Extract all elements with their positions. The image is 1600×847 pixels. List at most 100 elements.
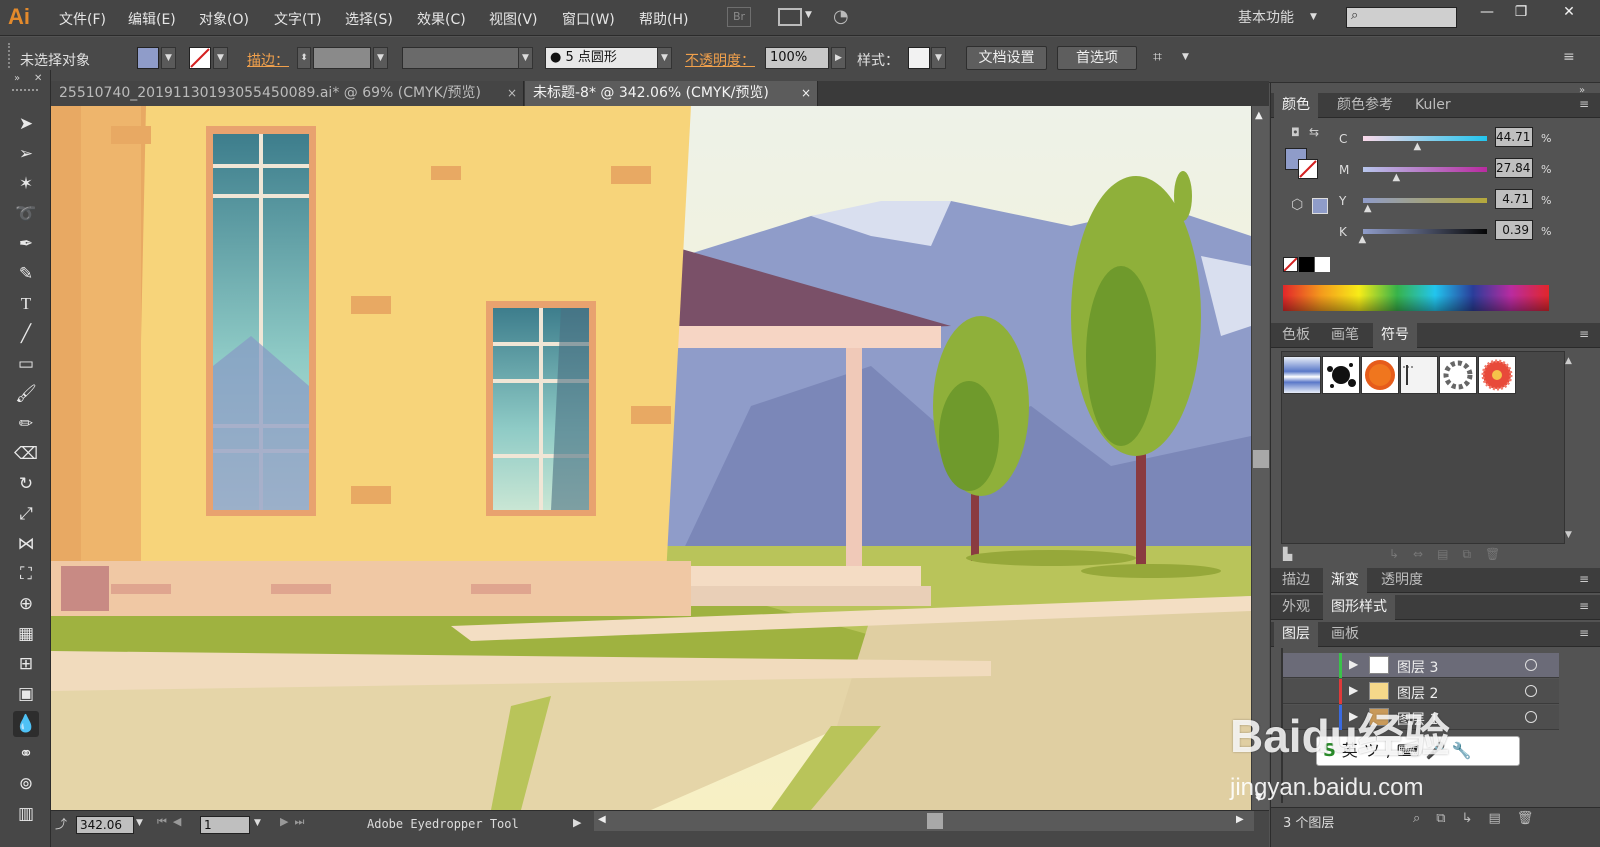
status-menu-icon[interactable]: ▶ — [573, 816, 581, 829]
stroke-dropdown[interactable]: ▼ — [213, 47, 228, 69]
scroll-thumb[interactable] — [927, 813, 943, 829]
tab-color[interactable]: 颜色 — [1274, 93, 1318, 118]
tab-kuler[interactable]: Kuler — [1407, 93, 1459, 118]
channel-slider-k[interactable] — [1363, 229, 1487, 234]
eraser-tool-icon[interactable]: ⌫ — [13, 441, 39, 467]
tab-stroke[interactable]: 描边 — [1274, 568, 1318, 593]
artboard-number-field[interactable]: 1 — [200, 816, 250, 834]
symbol-ink-splatter[interactable] — [1322, 356, 1360, 394]
close-icon[interactable]: × — [507, 81, 517, 105]
minimize-button[interactable]: — — [1470, 0, 1504, 24]
swap-colors-icon[interactable]: ⇆ — [1309, 125, 1319, 139]
rectangle-tool-icon[interactable]: ▭ — [13, 351, 39, 377]
tab-layers[interactable]: 图层 — [1274, 622, 1318, 647]
layer-row[interactable]: ▶ 图层 3 — [1283, 653, 1559, 678]
profile-dropdown[interactable]: ▼ — [518, 47, 533, 69]
search-input[interactable]: ⌕ — [1346, 7, 1457, 28]
selection-tool-icon[interactable]: ➤ — [13, 111, 39, 137]
symbol-actions[interactable]: ↳⇔▤⧉🗑 — [1389, 547, 1514, 562]
line-tool-icon[interactable]: ╱ — [13, 321, 39, 347]
slider-handle-y[interactable]: ▲ — [1364, 203, 1372, 214]
tab-artboards[interactable]: 画板 — [1323, 622, 1367, 647]
menu-window[interactable]: 窗口(W) — [562, 9, 615, 29]
channel-slider-y[interactable] — [1363, 198, 1487, 203]
default-colors-icon[interactable]: ◘ — [1291, 126, 1300, 139]
menu-select[interactable]: 选择(S) — [345, 9, 393, 29]
magic-wand-tool-icon[interactable]: ✶ — [13, 171, 39, 197]
symbol-libraries-menu-icon[interactable]: ▙ — [1283, 547, 1292, 561]
menu-file[interactable]: 文件(F) — [59, 9, 106, 29]
gpu-performance-icon[interactable]: ◔ — [833, 6, 849, 27]
gradient-tool-icon[interactable]: ▣ — [13, 681, 39, 707]
menu-object[interactable]: 对象(O) — [199, 9, 249, 29]
type-tool-icon[interactable]: T — [13, 291, 39, 317]
curvature-tool-icon[interactable]: ✎ — [13, 261, 39, 287]
channel-value-k[interactable]: 0.39 — [1495, 220, 1533, 240]
scroll-down-icon[interactable]: ▼ — [1565, 530, 1572, 540]
opacity-label[interactable]: 不透明度： — [685, 50, 755, 70]
style-dropdown[interactable]: ▼ — [931, 47, 946, 69]
target-circle-icon[interactable] — [1525, 685, 1537, 697]
symbol-orange-button[interactable] — [1361, 356, 1399, 394]
panel-menu-icon[interactable]: ≡ — [1579, 626, 1589, 640]
close-window-button[interactable]: ✕ — [1552, 0, 1586, 24]
white-swatch[interactable] — [1315, 257, 1330, 272]
out-of-gamut-icon[interactable]: ⬡ — [1291, 197, 1303, 213]
gripper[interactable] — [12, 89, 38, 93]
expand-triangle-icon[interactable]: ▶ — [1349, 683, 1358, 697]
target-circle-icon[interactable] — [1525, 711, 1537, 723]
none-color-swatch[interactable] — [1283, 257, 1298, 272]
fill-swatch[interactable] — [137, 47, 159, 69]
black-swatch[interactable] — [1299, 257, 1314, 272]
stroke-weight-field[interactable] — [313, 47, 371, 69]
mesh-tool-icon[interactable]: ⊞ — [13, 651, 39, 677]
close-icon[interactable]: × — [801, 81, 811, 105]
width-tool-icon[interactable]: ⋈ — [13, 531, 39, 557]
slider-handle-c[interactable]: ▲ — [1413, 141, 1421, 152]
scroll-right-icon[interactable]: ▶ — [1236, 814, 1244, 825]
paintbrush-tool-icon[interactable]: 🖌 — [13, 381, 39, 407]
scroll-thumb[interactable] — [1253, 450, 1269, 468]
artboard-nav-prev[interactable]: ⏮◀ — [157, 815, 187, 829]
isolate-icon[interactable]: ⌗ — [1153, 47, 1162, 67]
symbol-sprayer-tool-icon[interactable]: ⊚ — [13, 771, 39, 797]
tab-document-2[interactable]: 未标题-8* @ 342.06% (CMYK/预览) × — [525, 81, 818, 106]
brush-dropdown[interactable]: ▼ — [657, 47, 672, 69]
stroke-label[interactable]: 描边： — [247, 50, 289, 70]
scroll-up-icon[interactable]: ▲ — [1565, 356, 1572, 366]
scroll-up-icon[interactable]: ▲ — [1255, 110, 1263, 121]
close-icon[interactable]: ✕ — [34, 73, 42, 84]
brush-definition[interactable]: ● 5 点圆形 — [545, 47, 661, 69]
rotate-view-icon[interactable]: ⤴ — [55, 815, 67, 832]
artboard-dropdown[interactable]: ▼ — [254, 818, 261, 828]
tab-brushes[interactable]: 画笔 — [1323, 323, 1367, 348]
eyedropper-tool-icon[interactable]: 💧 — [13, 711, 39, 737]
tab-gradient[interactable]: 渐变 — [1323, 568, 1367, 593]
menu-edit[interactable]: 编辑(E) — [128, 9, 176, 29]
tab-graphic-styles[interactable]: 图形样式 — [1323, 595, 1395, 620]
fill-dropdown[interactable]: ▼ — [161, 47, 176, 69]
tab-symbols[interactable]: 符号 — [1373, 323, 1417, 348]
panel-menu-icon[interactable]: ≡ — [1579, 327, 1589, 341]
perspective-grid-tool-icon[interactable]: ▦ — [13, 621, 39, 647]
symbol-gray-ring[interactable] — [1439, 356, 1477, 394]
symbol-red-flower[interactable] — [1478, 356, 1516, 394]
panel-menu-icon[interactable]: ≡ — [1579, 599, 1589, 613]
artboard-canvas[interactable] — [51, 106, 1251, 810]
document-setup-button[interactable]: 文档设置 — [966, 46, 1047, 70]
channel-value-y[interactable]: 4.71 — [1495, 189, 1533, 209]
tab-document-1[interactable]: 25510740_20191130193055450089.ai* @ 69% … — [51, 81, 524, 106]
scale-tool-icon[interactable]: ⤢ — [13, 501, 39, 527]
tab-transparency[interactable]: 透明度 — [1373, 568, 1431, 593]
channel-slider-m[interactable] — [1363, 167, 1487, 172]
channel-value-c[interactable]: 44.71 — [1495, 127, 1533, 147]
arrange-documents-icon[interactable] — [778, 8, 802, 26]
target-circle-icon[interactable] — [1525, 659, 1537, 671]
blend-tool-icon[interactable]: ⚭ — [13, 741, 39, 767]
tab-appearance[interactable]: 外观 — [1274, 595, 1318, 620]
pen-tool-icon[interactable]: ✒ — [13, 231, 39, 257]
graphic-style-swatch[interactable] — [908, 47, 930, 69]
panel-menu-icon[interactable]: ≡ — [1579, 572, 1589, 586]
column-graph-tool-icon[interactable]: ▥ — [13, 801, 39, 827]
layer-actions[interactable]: ⌕⧉↳▤🗑 — [1413, 811, 1549, 826]
